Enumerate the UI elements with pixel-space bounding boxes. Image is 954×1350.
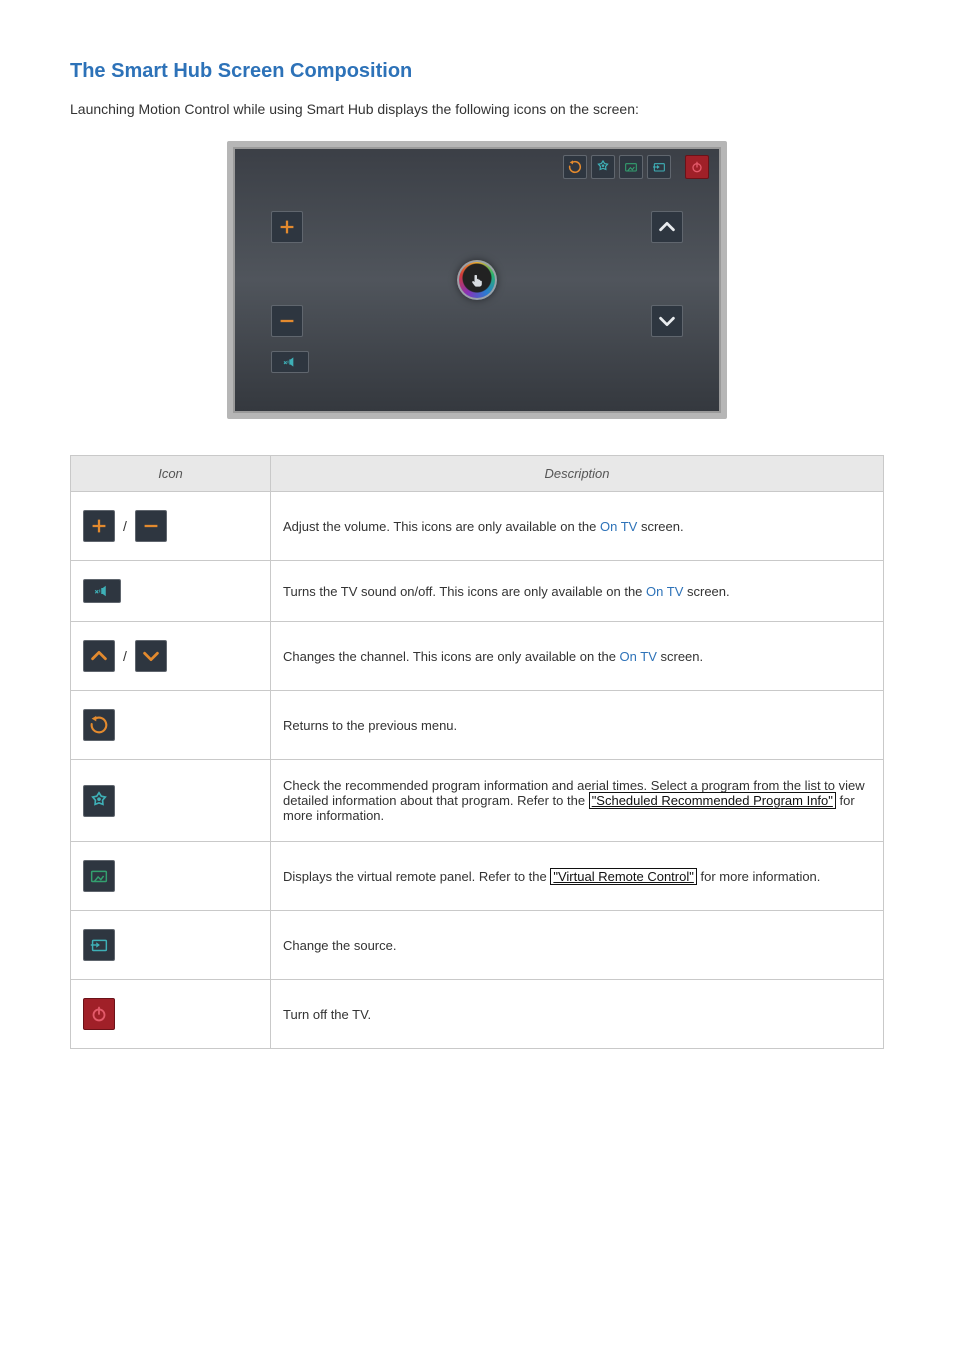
mute-icon (271, 351, 309, 373)
desc-mute: Turns the TV sound on/off. This icons ar… (271, 561, 884, 622)
source-icon (83, 929, 115, 961)
table-row: Turns the TV sound on/off. This icons ar… (71, 561, 884, 622)
desc-volume: Adjust the volume. This icons are only a… (271, 492, 884, 561)
table-row: Returns to the previous menu. (71, 691, 884, 760)
return-icon (563, 155, 587, 179)
separator: / (121, 518, 129, 534)
power-icon (685, 155, 709, 179)
desc-return: Returns to the previous menu. (271, 691, 884, 760)
separator: / (121, 648, 129, 664)
recommend-icon (591, 155, 615, 179)
mute-icon (83, 579, 121, 603)
tv-frame (227, 141, 727, 419)
virtual-remote-link[interactable]: "Virtual Remote Control" (550, 868, 697, 885)
on-tv-link[interactable]: On TV (620, 649, 657, 664)
chevron-up-icon (651, 211, 683, 243)
minus-icon (135, 510, 167, 542)
plus-icon (83, 510, 115, 542)
tv-illustration (227, 141, 727, 419)
remote-icon (83, 860, 115, 892)
on-tv-link[interactable]: On TV (600, 519, 637, 534)
col-header-desc: Description (271, 456, 884, 492)
table-row: Change the source. (71, 911, 884, 980)
desc-channel: Changes the channel. This icons are only… (271, 622, 884, 691)
col-header-icon: Icon (71, 456, 271, 492)
hand-cursor-icon (457, 260, 497, 300)
table-row: Check the recommended program informatio… (71, 760, 884, 842)
chevron-down-icon (651, 305, 683, 337)
plus-icon (271, 211, 303, 243)
remote-icon (619, 155, 643, 179)
chevron-up-icon (83, 640, 115, 672)
desc-power: Turn off the TV. (271, 980, 884, 1049)
minus-icon (271, 305, 303, 337)
return-icon (83, 709, 115, 741)
table-row: / Changes the channel. This icons are on… (71, 622, 884, 691)
source-icon (647, 155, 671, 179)
recommend-icon (83, 785, 115, 817)
top-icon-row (563, 155, 709, 179)
on-tv-link[interactable]: On TV (646, 584, 683, 599)
table-row: / Adjust the volume. This icons are only… (71, 492, 884, 561)
table-row: Turn off the TV. (71, 980, 884, 1049)
scheduled-program-info-link[interactable]: "Scheduled Recommended Program Info" (589, 792, 836, 809)
icon-description-table: Icon Description / Adjust the volume. Th… (70, 455, 884, 1049)
power-icon (83, 998, 115, 1030)
desc-remote: Displays the virtual remote panel. Refer… (271, 842, 884, 911)
intro-text: Launching Motion Control while using Sma… (70, 101, 884, 117)
page-title: The Smart Hub Screen Composition (70, 60, 884, 83)
table-row: Displays the virtual remote panel. Refer… (71, 842, 884, 911)
desc-source: Change the source. (271, 911, 884, 980)
chevron-down-icon (135, 640, 167, 672)
desc-recommend: Check the recommended program informatio… (271, 760, 884, 842)
